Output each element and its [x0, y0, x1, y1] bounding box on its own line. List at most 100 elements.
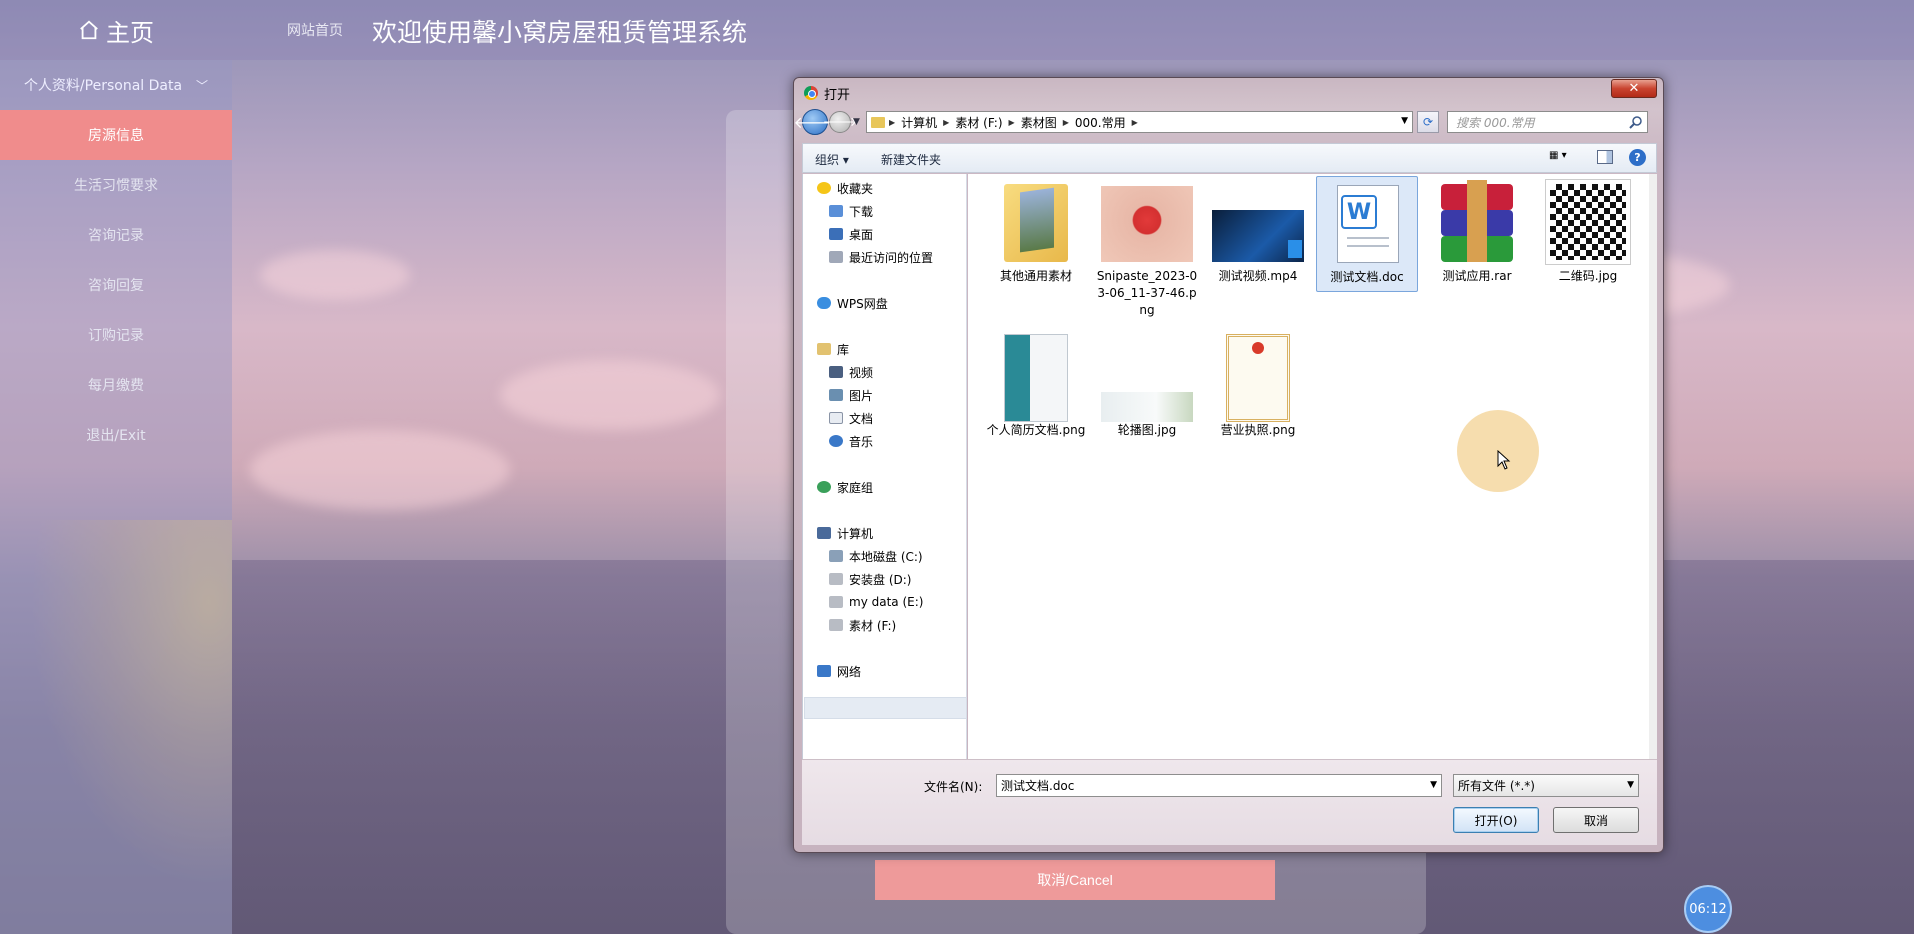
background-cloud [260, 250, 410, 300]
breadcrumb-arrow-icon[interactable]: ▶ [1009, 118, 1015, 127]
file-item-selected[interactable]: W 测试文档.doc [1316, 176, 1418, 292]
breadcrumb-item[interactable]: 计算机 [901, 114, 937, 131]
nav-label: 桌面 [849, 227, 874, 242]
top-header: 主页 网站首页 欢迎使用馨小窝房屋租赁管理系统 [0, 0, 1914, 60]
nav-label: 库 [837, 342, 850, 357]
breadcrumb-arrow-icon[interactable]: ▶ [943, 118, 949, 127]
nav-label: 音乐 [849, 434, 874, 449]
nav-drive-f[interactable]: 素材 (F:) [829, 615, 896, 635]
view-options-icon[interactable]: ▦ ▾ [1549, 150, 1579, 166]
drive-icon [829, 550, 843, 562]
breadcrumb-arrow-icon[interactable]: ▶ [1063, 118, 1069, 127]
nav-label: 下载 [849, 204, 874, 219]
nav-label: 家庭组 [837, 480, 874, 495]
breadcrumb-item[interactable]: 素材图 [1021, 114, 1057, 131]
nav-recent[interactable]: 最近访问的位置 [829, 247, 933, 267]
nav-label: 安装盘 (D:) [849, 572, 912, 587]
drive-icon [829, 619, 843, 631]
search-input[interactable]: 搜索 000.常用 [1447, 111, 1648, 133]
sidebar-item-exit[interactable]: 退出/Exit [0, 410, 232, 460]
network-icon [817, 665, 831, 677]
file-item[interactable]: 个人简历文档.png [985, 334, 1087, 439]
nav-favorites[interactable]: 收藏夹 [817, 178, 873, 198]
navigation-pane: 收藏夹 下载 桌面 最近访问的位置 WPS网盘 库 视频 图片 文档 音乐 家庭… [802, 174, 967, 759]
file-item[interactable]: 二维码.jpg [1537, 179, 1639, 285]
dialog-titlebar[interactable]: 打开 [804, 83, 850, 103]
nav-drive-d[interactable]: 安装盘 (D:) [829, 569, 911, 589]
address-bar[interactable]: ▶ 计算机 ▶ 素材 (F:) ▶ 素材图 ▶ 000.常用 ▶ ▼ [866, 111, 1413, 133]
nav-network[interactable]: 网络 [817, 661, 861, 681]
help-icon[interactable]: ? [1629, 149, 1646, 166]
home-label: 主页 [106, 18, 154, 47]
form-cancel-button[interactable]: 取消/Cancel [875, 860, 1275, 900]
sidebar-item-listings[interactable]: 房源信息 [0, 110, 232, 160]
sidebar-item-monthly-payment[interactable]: 每月缴费 [0, 360, 232, 410]
sidebar-group-personal-data[interactable]: 个人资料/Personal Data ﹀ [0, 60, 232, 110]
filetype-select[interactable]: 所有文件 (*.*) ▼ [1453, 774, 1639, 797]
file-item[interactable]: 轮播图.jpg [1096, 334, 1198, 439]
folder-icon [990, 180, 1082, 262]
breadcrumb-item[interactable]: 000.常用 [1075, 114, 1126, 131]
file-item[interactable]: 测试视频.mp4 [1207, 180, 1309, 285]
chevron-down-icon[interactable]: ▼ [1430, 780, 1437, 790]
clock-badge[interactable]: 06:12 [1684, 885, 1732, 933]
file-name: 二维码.jpg [1558, 269, 1618, 283]
home-link[interactable]: 主页 [0, 0, 232, 60]
nav-label: 视频 [849, 365, 874, 380]
computer-icon [817, 527, 831, 539]
file-item[interactable]: Snipaste_2023-03-06_11-37-46.png [1096, 180, 1198, 319]
nav-desktop[interactable]: 桌面 [829, 224, 873, 244]
sidebar-item-inquiries[interactable]: 咨询记录 [0, 210, 232, 260]
search-icon[interactable] [1629, 115, 1643, 129]
refresh-button[interactable]: ⟳ [1417, 111, 1439, 133]
nav-documents[interactable]: 文档 [829, 408, 873, 428]
sidebar-group-label: 个人资料/Personal Data [23, 78, 183, 94]
nav-pictures[interactable]: 图片 [829, 385, 873, 405]
new-folder-button[interactable]: 新建文件夹 [881, 151, 941, 168]
nav-drive-e[interactable]: my data (E:) [829, 592, 923, 612]
history-dropdown-icon[interactable]: ▼ [853, 117, 860, 127]
file-item[interactable]: 营业执照.png [1207, 334, 1309, 439]
library-icon [817, 343, 831, 355]
nav-homegroup[interactable]: 家庭组 [817, 477, 873, 497]
breadcrumb-arrow-icon[interactable]: ▶ [1132, 118, 1138, 127]
nav-wps[interactable]: WPS网盘 [817, 293, 888, 313]
file-name: 测试文档.doc [1330, 270, 1404, 284]
filename-input[interactable]: 测试文档.doc ▼ [996, 774, 1442, 797]
nav-video[interactable]: 视频 [829, 362, 873, 382]
forward-button[interactable]: 🡒 [823, 111, 857, 133]
nav-computer[interactable]: 计算机 [817, 523, 873, 543]
sidebar-item-habits[interactable]: 生活习惯要求 [0, 160, 232, 210]
word-doc-icon: W [1321, 181, 1413, 263]
organize-button[interactable]: 组织 ▾ [815, 151, 849, 168]
file-name: 测试视频.mp4 [1218, 269, 1298, 283]
sidebar-item-replies[interactable]: 咨询回复 [0, 260, 232, 310]
nav-label: 网络 [837, 664, 862, 679]
dialog-bottom-area: 文件名(N): 测试文档.doc ▼ 所有文件 (*.*) ▼ 打开(O) 取消 [802, 759, 1657, 845]
file-item[interactable]: 测试应用.rar [1426, 180, 1528, 285]
nav-library[interactable]: 库 [817, 339, 849, 359]
sidebar-item-orders[interactable]: 订购记录 [0, 310, 232, 360]
nav-downloads[interactable]: 下载 [829, 201, 873, 221]
preview-pane-icon[interactable] [1597, 150, 1613, 164]
nav-music[interactable]: 音乐 [829, 431, 873, 451]
open-button[interactable]: 打开(O) [1453, 807, 1539, 833]
nav-drive-c[interactable]: 本地磁盘 (C:) [829, 546, 923, 566]
file-item[interactable]: 其他通用素材 [985, 180, 1087, 285]
address-dropdown-icon[interactable]: ▼ [1401, 116, 1408, 126]
close-button[interactable]: ✕ [1611, 79, 1657, 98]
site-home-link[interactable]: 网站首页 [287, 20, 343, 40]
file-pane-scrollbar[interactable] [1649, 174, 1657, 759]
video-icon [1212, 180, 1304, 262]
nav-label: 收藏夹 [837, 181, 874, 196]
dialog-title: 打开 [824, 87, 851, 103]
file-name: 营业执照.png [1220, 423, 1296, 437]
nav-label: 最近访问的位置 [849, 250, 934, 265]
navigation-row: 🡐 🡒 ▼ ▶ 计算机 ▶ 素材 (F:) ▶ 素材图 ▶ 000.常用 ▶ ▼… [794, 109, 1657, 137]
mouse-cursor-icon [1497, 450, 1511, 470]
file-name: 其他通用素材 [999, 269, 1072, 283]
dialog-cancel-button[interactable]: 取消 [1553, 807, 1639, 833]
documents-library-icon [829, 412, 843, 424]
breadcrumb-item[interactable]: 素材 (F:) [955, 114, 1002, 131]
breadcrumb-arrow-icon[interactable]: ▶ [889, 118, 895, 127]
